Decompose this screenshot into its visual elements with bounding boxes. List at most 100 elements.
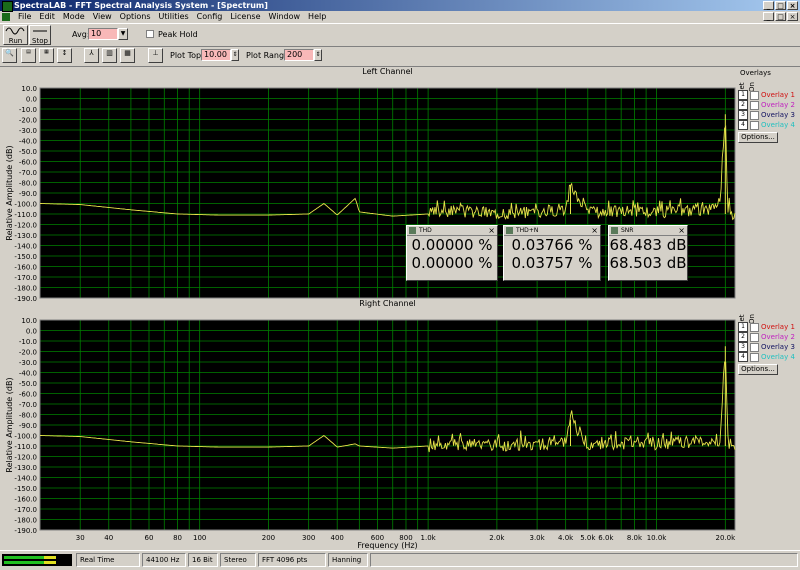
zoom-button[interactable]: 🔍 bbox=[2, 48, 17, 63]
avg-label: Avg: bbox=[72, 30, 90, 39]
overlay-on-checkbox[interactable] bbox=[750, 352, 759, 362]
mdi-minimize-button[interactable]: _ bbox=[763, 12, 774, 21]
left-overlay-row-4[interactable]: 4 Overlay 4 bbox=[738, 120, 795, 130]
y-tick-label: -10.0 bbox=[19, 106, 37, 114]
overlay-set-button[interactable]: 4 bbox=[738, 120, 748, 130]
status-extra bbox=[370, 553, 798, 567]
copy-button[interactable]: ▤ bbox=[21, 48, 36, 63]
overlay-on-checkbox[interactable] bbox=[750, 332, 759, 342]
y-tick-label: -190.0 bbox=[14, 527, 37, 535]
settings-button[interactable]: ▦ bbox=[120, 48, 135, 63]
maximize-button[interactable]: □ bbox=[775, 1, 786, 10]
menu-help[interactable]: Help bbox=[304, 11, 330, 23]
overlay-label: Overlay 4 bbox=[761, 121, 795, 129]
x-tick-label: 400 bbox=[331, 534, 344, 542]
overlay-set-button[interactable]: 3 bbox=[738, 342, 748, 352]
plot-top-spinner[interactable]: ⇕ bbox=[231, 49, 239, 61]
plot-type-button[interactable]: ⅄ bbox=[84, 48, 99, 63]
minimize-button[interactable]: _ bbox=[763, 1, 774, 10]
x-tick-label: 6.0k bbox=[598, 534, 614, 542]
snr-meter[interactable]: SNR × 68.483 dB 68.503 dB bbox=[608, 225, 688, 281]
x-tick-label: 20.0k bbox=[715, 534, 736, 542]
overlay-set-button[interactable]: 2 bbox=[738, 332, 748, 342]
menu-license[interactable]: License bbox=[226, 11, 264, 23]
overlay-options-button-left[interactable]: Options... bbox=[738, 132, 778, 143]
y-tick-label: -110.0 bbox=[14, 443, 37, 451]
left-overlay-row-2[interactable]: 2 Overlay 2 bbox=[738, 100, 795, 110]
y-tick-label: -140.0 bbox=[14, 475, 37, 483]
avg-dropdown-button[interactable]: ▼ bbox=[118, 28, 128, 40]
x-tick-label: 5.0k bbox=[580, 534, 596, 542]
y-tick-label: -20.0 bbox=[19, 349, 37, 357]
overlay-set-button[interactable]: 4 bbox=[738, 352, 748, 362]
cursor-button[interactable]: ↕ bbox=[57, 48, 72, 63]
axes-icon: ⅄ bbox=[89, 49, 94, 57]
overlay-on-checkbox[interactable] bbox=[750, 100, 759, 110]
left-overlay-row-1[interactable]: 1 Overlay 1 bbox=[738, 90, 795, 100]
close-icon[interactable]: × bbox=[678, 226, 685, 235]
menu-view[interactable]: View bbox=[89, 11, 116, 23]
overlay-on-checkbox[interactable] bbox=[750, 90, 759, 100]
thd-meter[interactable]: THD × 0.00000 % 0.00000 % bbox=[406, 225, 498, 281]
overlay-set-button[interactable]: 2 bbox=[738, 100, 748, 110]
y-axis-label: Relative Amplitude (dB) bbox=[5, 377, 14, 472]
y-tick-label: -110.0 bbox=[14, 211, 37, 219]
menu-edit[interactable]: Edit bbox=[35, 11, 59, 23]
bar-view-button[interactable]: ▥ bbox=[102, 48, 117, 63]
right-overlay-row-4[interactable]: 4 Overlay 4 bbox=[738, 352, 795, 362]
overlay-on-checkbox[interactable] bbox=[750, 342, 759, 352]
avg-field[interactable]: 10 bbox=[88, 28, 118, 40]
plot-top-field[interactable]: 10.00 bbox=[201, 49, 231, 61]
right-overlay-row-2[interactable]: 2 Overlay 2 bbox=[738, 332, 795, 342]
menu-file[interactable]: File bbox=[14, 11, 35, 23]
menu-mode[interactable]: Mode bbox=[59, 11, 89, 23]
peak-hold-checkbox[interactable] bbox=[146, 30, 154, 38]
status-channels: Stereo bbox=[220, 553, 256, 567]
y-tick-label: -170.0 bbox=[14, 274, 37, 282]
plot-range-spinner[interactable]: ⇕ bbox=[314, 49, 322, 61]
overlay-set-button[interactable]: 1 bbox=[738, 322, 748, 332]
overlay-options-button-right[interactable]: Options... bbox=[738, 364, 778, 375]
copy-icon: ▤ bbox=[26, 49, 31, 55]
left-overlay-row-3[interactable]: 3 Overlay 3 bbox=[738, 110, 795, 120]
stop-button[interactable]: Stop bbox=[29, 25, 51, 45]
menu-config[interactable]: Config bbox=[193, 11, 227, 23]
y-tick-label: -20.0 bbox=[19, 117, 37, 125]
run-button[interactable]: Run bbox=[3, 25, 28, 45]
y-tick-label: -140.0 bbox=[14, 243, 37, 251]
close-icon[interactable]: × bbox=[488, 226, 495, 235]
meter-icon bbox=[611, 227, 618, 234]
snr-value-right: 68.503 dB bbox=[609, 254, 687, 272]
y-tick-label: -190.0 bbox=[14, 295, 37, 303]
mdi-restore-button[interactable]: □ bbox=[775, 12, 786, 21]
mdi-icon[interactable] bbox=[2, 13, 10, 21]
y-tick-label: -90.0 bbox=[19, 422, 37, 430]
bars-icon: ▥ bbox=[106, 49, 113, 57]
menu-options[interactable]: Options bbox=[116, 11, 155, 23]
right-overlay-row-1[interactable]: 1 Overlay 1 bbox=[738, 322, 795, 332]
overlay-on-checkbox[interactable] bbox=[750, 110, 759, 120]
window-title: SpectraLAB - FFT Spectral Analysis Syste… bbox=[14, 1, 268, 10]
close-button[interactable]: × bbox=[787, 1, 798, 10]
overlay-on-checkbox[interactable] bbox=[750, 322, 759, 332]
x-tick-label: 200 bbox=[262, 534, 275, 542]
menu-utilities[interactable]: Utilities bbox=[155, 11, 193, 23]
overlay-on-checkbox[interactable] bbox=[750, 120, 759, 130]
mdi-close-button[interactable]: × bbox=[787, 12, 798, 21]
overlay-set-button[interactable]: 3 bbox=[738, 110, 748, 120]
x-tick-label: 2.0k bbox=[489, 534, 505, 542]
menu-window[interactable]: Window bbox=[265, 11, 305, 23]
y-tick-label: -80.0 bbox=[19, 180, 37, 188]
spectrum-plots[interactable]: Left Channel 10.0 0.0 -10.0 -20.0 -30.0 -40.0 -… bbox=[0, 66, 736, 550]
right-overlay-row-3[interactable]: 3 Overlay 3 bbox=[738, 342, 795, 352]
y-tick-label: -70.0 bbox=[19, 401, 37, 409]
magnifier-icon: 🔍 bbox=[5, 49, 14, 57]
meter-icon bbox=[409, 227, 416, 234]
clear-button[interactable]: ▦ bbox=[39, 48, 54, 63]
scale-button[interactable]: ⊥ bbox=[148, 48, 163, 63]
close-icon[interactable]: × bbox=[591, 226, 598, 235]
overlay-set-button[interactable]: 1 bbox=[738, 90, 748, 100]
thdn-meter[interactable]: THD+N × 0.03766 % 0.03757 % bbox=[503, 225, 601, 281]
x-tick-label: 40 bbox=[104, 534, 113, 542]
plot-range-field[interactable]: 200 bbox=[284, 49, 314, 61]
